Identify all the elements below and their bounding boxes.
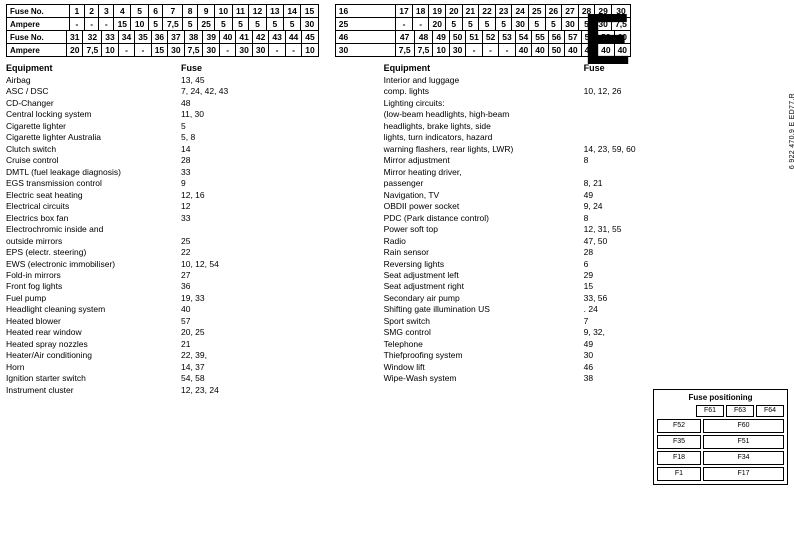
list-item: warning flashers, rear lights, LWR)14, 2… [384, 144, 788, 155]
list-item: Navigation, TV49 [384, 190, 788, 201]
list-item: Electrochromic inside and [6, 224, 374, 235]
list-item: passenger8, 21 [384, 178, 788, 189]
list-item: Seat adjustment right15 [384, 281, 788, 292]
list-item: Secondary air pump33, 56 [384, 293, 788, 304]
fuse-box-f60: F60 [703, 419, 784, 433]
list-item: OBDII power socket9, 24 [384, 201, 788, 212]
list-item: lights, turn indicators, hazard [384, 132, 788, 143]
ampere-label: Ampere [7, 18, 70, 31]
fuse-no-label-2: Fuse No. [7, 31, 67, 44]
list-item: ASC / DSC7, 24, 42, 43 [6, 86, 374, 97]
equipment-header-right: Equipment [384, 63, 584, 73]
equipment-header-left: Equipment [6, 63, 181, 73]
list-item: Electrical circuits12 [6, 201, 374, 212]
left-fuse-table-2: Fuse No. 313233 343536 373839 404142 434… [6, 30, 319, 57]
fuse-row-1: F61 F63 F64 [657, 405, 784, 417]
fuse-box-f52: F52 [657, 419, 701, 433]
list-item: Fuel pump19, 33 [6, 293, 374, 304]
right-tables: 161718 192021 222324 252627 282930 25-- … [335, 4, 631, 57]
list-item: (low-beam headlights, high-beam [384, 109, 788, 120]
left-tables: Fuse No. 123 456 789 101112 131415 Amper… [6, 4, 319, 57]
list-item: Cigarette lighter5 [6, 121, 374, 132]
fuse-no-label: Fuse No. [7, 5, 70, 18]
content-section: Equipment Fuse Airbag13, 45 ASC / DSC7, … [6, 63, 788, 485]
fuse-header-left: Fuse [181, 63, 202, 73]
side-text: 6 922 470.9 E ED77.R [789, 93, 794, 169]
list-item: Shifting gate illumination US. 24 [384, 304, 788, 315]
fuse-box-f51: F51 [703, 435, 784, 449]
list-item-heated-rear: Heated rear window20, 25 [6, 327, 374, 338]
list-item: Window lift46 [384, 362, 788, 373]
fuse-row-2: F52 F60 [657, 419, 784, 433]
list-item: comp. lights10, 12, 26 [384, 86, 788, 97]
list-item: Central locking system11, 30 [6, 109, 374, 120]
fuse-box-f34: F34 [703, 451, 784, 465]
list-item: Seat adjustment left29 [384, 270, 788, 281]
list-item: Telephone49 [384, 339, 788, 350]
left-equipment-list: Airbag13, 45 ASC / DSC7, 24, 42, 43 CD-C… [6, 75, 374, 396]
list-item: headlights, brake lights, side [384, 121, 788, 132]
list-item: EGS transmission control9 [6, 178, 374, 189]
list-item: DMTL (fuel leakage diagnosis)33 [6, 167, 374, 178]
list-item: Rain sensor28 [384, 247, 788, 258]
fuse-box-f18: F18 [657, 451, 701, 465]
list-item: Sport switch7 [384, 316, 788, 327]
list-item: Thiefproofing system30 [384, 350, 788, 361]
fuse-row-3: F35 F51 [657, 435, 784, 449]
list-item: Ignition starter switch54, 58 [6, 373, 374, 384]
tables-section: Fuse No. 123 456 789 101112 131415 Amper… [6, 4, 788, 57]
fuse-box-f35: F35 [657, 435, 701, 449]
fuse-diagram-container: Fuse positioning F61 F63 F64 F52 F60 F35 [384, 389, 788, 485]
list-item: Headlight cleaning system40 [6, 304, 374, 315]
list-item: Cruise control28 [6, 155, 374, 166]
fuse-box-f1: F1 [657, 467, 701, 481]
fuse-row-5: F1 F17 [657, 467, 784, 481]
list-item: Electric seat heating12, 16 [6, 190, 374, 201]
list-item: Radio47, 50 [384, 236, 788, 247]
right-section: Equipment Fuse Interior and luggage comp… [384, 63, 788, 485]
right-equipment-column: Equipment Fuse Interior and luggage comp… [384, 63, 788, 385]
list-item: Instrument cluster12, 23, 24 [6, 385, 374, 396]
list-item: Cigarette lighter Australia5, 8 [6, 132, 374, 143]
right-eq-header: Equipment Fuse [384, 63, 788, 73]
ampere-label-2: Ampere [7, 44, 67, 57]
list-item: EPS (electr. steering)22 [6, 247, 374, 258]
list-item: Wipe-Wash system38 [384, 373, 788, 384]
list-item: Front fog lights36 [6, 281, 374, 292]
fuse-row-4: F18 F34 [657, 451, 784, 465]
fuse-box-f17: F17 [703, 467, 784, 481]
list-item: Mirror heating driver, [384, 167, 788, 178]
fuse-diagram-title: Fuse positioning [657, 393, 784, 402]
list-item: Horn14, 37 [6, 362, 374, 373]
list-item: Electrics box fan33 [6, 213, 374, 224]
left-fuse-table-1: Fuse No. 123 456 789 101112 131415 Amper… [6, 4, 319, 31]
fuse-diagram: Fuse positioning F61 F63 F64 F52 F60 F35 [653, 389, 788, 485]
main-container: Fuse No. 123 456 789 101112 131415 Amper… [0, 0, 794, 489]
list-item: Clutch switch14 [6, 144, 374, 155]
list-item: CD-Changer48 [6, 98, 374, 109]
list-item: Mirror adjustment8 [384, 155, 788, 166]
list-item: Power soft top12, 31, 55 [384, 224, 788, 235]
list-item: EWS (electronic immobiliser)10, 12, 54 [6, 259, 374, 270]
fuse-box-f63: F63 [726, 405, 754, 417]
fuse-box-f61: F61 [696, 405, 724, 417]
list-item: Heater/Air conditioning22, 39, [6, 350, 374, 361]
left-equipment-column: Equipment Fuse Airbag13, 45 ASC / DSC7, … [6, 63, 374, 485]
list-item: Airbag13, 45 [6, 75, 374, 86]
fuse-box-f64: F64 [756, 405, 784, 417]
list-item: Heated blower57 [6, 316, 374, 327]
list-item: PDC (Park distance control)8 [384, 213, 788, 224]
fuse-header-right: Fuse [584, 63, 605, 73]
list-item: Interior and luggage [384, 75, 788, 86]
left-eq-header: Equipment Fuse [6, 63, 374, 73]
list-item: Lighting circuits: [384, 98, 788, 109]
list-item: SMG control9, 32, [384, 327, 788, 338]
list-item-heated-spray: Heated spray nozzles21 [6, 339, 374, 350]
list-item: Fold-in mirrors27 [6, 270, 374, 281]
list-item: outside mirrors25 [6, 236, 374, 247]
right-equipment-list: Interior and luggage comp. lights10, 12,… [384, 75, 788, 385]
list-item: Reversing lights6 [384, 259, 788, 270]
